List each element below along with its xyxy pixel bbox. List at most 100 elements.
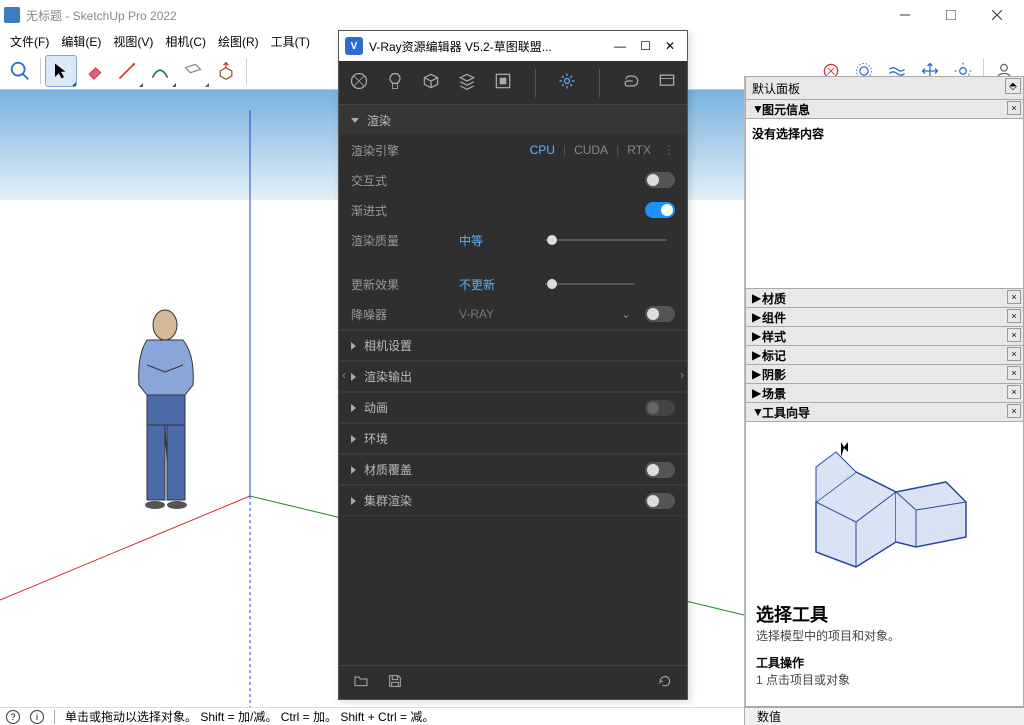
swarm-label: 集群渲染 xyxy=(364,492,412,509)
window-close-button[interactable] xyxy=(974,0,1020,30)
texture-tab-icon[interactable] xyxy=(493,71,513,94)
anim-label: 动画 xyxy=(364,399,388,416)
geometry-tab-icon[interactable] xyxy=(421,71,441,94)
materials-tab-icon[interactable] xyxy=(349,71,369,94)
update-slider[interactable] xyxy=(545,283,635,285)
shadows-label: 阴影 xyxy=(762,366,786,383)
save-icon[interactable] xyxy=(387,673,403,692)
vray-app-icon: V xyxy=(345,37,363,55)
panel-close-icon[interactable]: × xyxy=(1007,385,1021,399)
panel-close-icon[interactable]: × xyxy=(1007,290,1021,304)
vray-footer xyxy=(339,665,687,699)
scenes-label: 场景 xyxy=(762,385,786,402)
engine-rtx[interactable]: RTX xyxy=(627,143,651,157)
frame-buffer-icon[interactable] xyxy=(657,71,677,94)
vray-close-button[interactable]: ✕ xyxy=(665,39,675,53)
entity-info-content: 没有选择内容 xyxy=(745,119,1024,289)
status-hint: 单击或拖动以选择对象。 Shift = 加/减。 Ctrl = 加。 Shift… xyxy=(65,708,434,725)
render-section-header[interactable]: 渲染 xyxy=(339,105,687,135)
swarm-section-header[interactable]: 集群渲染 xyxy=(339,485,687,515)
components-header[interactable]: ▶组件× xyxy=(745,307,1024,327)
vray-top-toolbar xyxy=(339,61,687,105)
window-minimize-button[interactable] xyxy=(882,0,928,30)
settings-tab-icon[interactable] xyxy=(557,71,577,94)
vray-window-title: V-Ray资源编辑器 V5.2-草图联盟... xyxy=(369,38,552,55)
arc-tool-button[interactable] xyxy=(144,55,176,87)
default-tray: 默认面板 ⬘ ▼图元信息× 没有选择内容 ▶材质× ▶组件× ▶样式× ▶标记×… xyxy=(744,76,1024,707)
reset-icon[interactable] xyxy=(657,673,673,692)
vray-maximize-button[interactable]: ☐ xyxy=(640,39,651,53)
denoise-toggle[interactable] xyxy=(645,306,675,322)
vray-collapse-left-icon[interactable]: ‹ xyxy=(339,365,349,385)
material-override-section-header[interactable]: 材质覆盖 xyxy=(339,454,687,484)
panel-close-icon[interactable]: × xyxy=(1007,309,1021,323)
layers-tab-icon[interactable] xyxy=(457,71,477,94)
lights-tab-icon[interactable] xyxy=(385,71,405,94)
engine-label: 渲染引擎 xyxy=(351,142,451,159)
select-tool-button[interactable] xyxy=(45,55,77,87)
tray-header[interactable]: 默认面板 ⬘ xyxy=(745,76,1024,100)
rectangle-tool-button[interactable] xyxy=(177,55,209,87)
interactive-toggle[interactable] xyxy=(645,172,675,188)
panel-close-icon[interactable]: × xyxy=(1007,404,1021,418)
eraser-tool-button[interactable] xyxy=(78,55,110,87)
no-selection-label: 没有选择内容 xyxy=(752,127,824,141)
pushpull-tool-button[interactable] xyxy=(210,55,242,87)
update-value: 不更新 xyxy=(459,276,529,293)
engine-cpu[interactable]: CPU xyxy=(530,143,555,157)
vray-titlebar[interactable]: V V-Ray资源编辑器 V5.2-草图联盟... — ☐ ✕ xyxy=(339,31,687,61)
tags-header[interactable]: ▶标记× xyxy=(745,345,1024,365)
update-label: 更新效果 xyxy=(351,276,451,293)
open-folder-icon[interactable] xyxy=(353,673,369,692)
tool-ops-item: 1 点击项目或对象 xyxy=(756,671,1013,688)
engine-cuda[interactable]: CUDA xyxy=(574,143,608,157)
menu-edit[interactable]: 编辑(E) xyxy=(55,33,107,50)
tags-label: 标记 xyxy=(762,347,786,364)
instructor-content: 选择工具 选择模型中的项目和对象。 工具操作 1 点击项目或对象 xyxy=(745,421,1024,707)
animation-section-header[interactable]: 动画 xyxy=(339,392,687,422)
animation-toggle[interactable] xyxy=(645,400,675,416)
menu-file[interactable]: 文件(F) xyxy=(4,33,55,50)
camera-section-header[interactable]: 相机设置 xyxy=(339,330,687,360)
menu-tools[interactable]: 工具(T) xyxy=(265,33,316,50)
swarm-toggle[interactable] xyxy=(645,493,675,509)
render-button-icon[interactable] xyxy=(621,71,641,94)
denoise-value: V-RAY xyxy=(459,307,494,321)
instructor-header[interactable]: ▼工具向导× xyxy=(745,402,1024,422)
panel-close-icon[interactable]: × xyxy=(1007,347,1021,361)
shadows-header[interactable]: ▶阴影× xyxy=(745,364,1024,384)
progressive-toggle[interactable] xyxy=(645,202,675,218)
entity-info-header[interactable]: ▼图元信息× xyxy=(745,99,1024,119)
progressive-row: 渐进式 xyxy=(339,195,687,225)
vray-settings-body: ‹ › 渲染 渲染引擎 CPU | CUDA | RTX ⋮ 交互式 渐进式 xyxy=(339,105,687,665)
tray-pin-icon[interactable]: ⬘ xyxy=(1005,78,1021,94)
render-engine-row: 渲染引擎 CPU | CUDA | RTX ⋮ xyxy=(339,135,687,165)
vray-collapse-right-icon[interactable]: › xyxy=(677,365,687,385)
menu-camera[interactable]: 相机(C) xyxy=(159,33,212,50)
chevron-down-icon[interactable]: ⌄ xyxy=(621,307,631,321)
output-section-header[interactable]: 渲染输出 xyxy=(339,361,687,391)
mat-override-toggle[interactable] xyxy=(645,462,675,478)
menu-draw[interactable]: 绘图(R) xyxy=(212,33,265,50)
mat-override-label: 材质覆盖 xyxy=(364,461,412,478)
window-maximize-button[interactable] xyxy=(928,0,974,30)
panel-close-icon[interactable]: × xyxy=(1007,101,1021,115)
interactive-row: 交互式 xyxy=(339,165,687,195)
update-row: 更新效果 不更新 xyxy=(339,269,687,299)
vray-minimize-button[interactable]: — xyxy=(614,39,626,53)
line-tool-button[interactable] xyxy=(111,55,143,87)
quality-row: 渲染质量 中等 xyxy=(339,225,687,255)
materials-header[interactable]: ▶材质× xyxy=(745,288,1024,308)
panel-close-icon[interactable]: × xyxy=(1007,328,1021,342)
app-icon xyxy=(4,7,20,23)
environment-section-header[interactable]: 环境 xyxy=(339,423,687,453)
styles-header[interactable]: ▶样式× xyxy=(745,326,1024,346)
search-icon[interactable] xyxy=(4,55,36,87)
quality-slider[interactable] xyxy=(545,239,667,241)
info-icon[interactable]: i xyxy=(30,710,44,724)
menu-view[interactable]: 视图(V) xyxy=(107,33,159,50)
panel-close-icon[interactable]: × xyxy=(1007,366,1021,380)
scenes-header[interactable]: ▶场景× xyxy=(745,383,1024,403)
help-icon[interactable]: ? xyxy=(6,710,20,724)
progressive-label: 渐进式 xyxy=(351,202,451,219)
